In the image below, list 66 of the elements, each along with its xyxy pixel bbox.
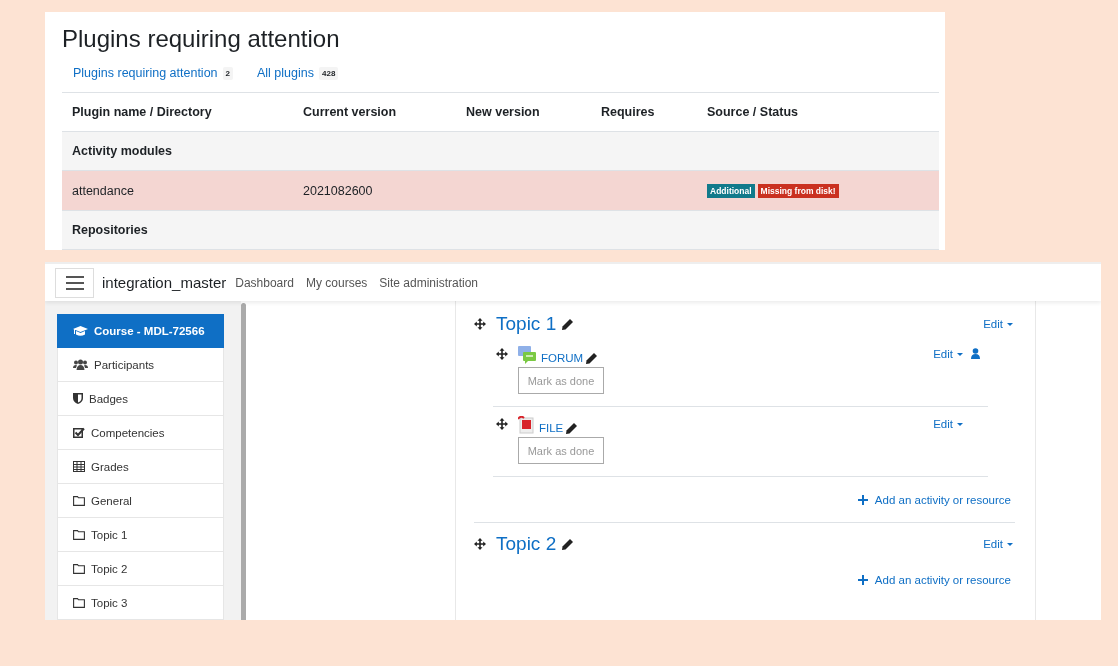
column-header: Current version <box>293 92 456 132</box>
folder-icon <box>73 563 85 574</box>
category-cell: Activity modules <box>62 131 939 171</box>
graduation-cap-icon <box>73 325 88 337</box>
move-icon[interactable] <box>496 348 508 360</box>
column-header: Source / Status <box>697 92 939 132</box>
pencil-icon[interactable] <box>566 423 578 434</box>
site-name[interactable]: integration_master <box>102 274 227 291</box>
nav-link[interactable]: My courses <box>305 275 368 290</box>
activity-link[interactable]: FORUM <box>541 352 584 364</box>
plus-icon <box>857 575 868 585</box>
edit-menu[interactable]: Edit <box>933 348 963 360</box>
sidebar-item[interactable]: Grades <box>57 450 224 484</box>
move-icon[interactable] <box>474 538 486 550</box>
table-icon <box>73 461 85 472</box>
page-title: Plugins requiring attention <box>62 24 341 54</box>
folder-icon <box>73 529 85 540</box>
sidebar-item[interactable]: Topic 3 <box>57 586 224 620</box>
pencil-icon[interactable] <box>586 353 598 364</box>
pdf-file-icon <box>518 416 534 434</box>
shield-icon <box>73 393 83 404</box>
sidebar-item[interactable]: Topic 2 <box>57 552 224 586</box>
plus-icon <box>857 495 868 505</box>
sidebar-item[interactable]: Competencies <box>57 416 224 450</box>
count-badge: 2 <box>222 66 233 80</box>
section-title[interactable]: Topic 2 <box>496 533 557 555</box>
add-activity-link[interactable]: Add an activity or resource <box>857 574 1011 586</box>
sidebar-item[interactable]: Course - MDL-72566 <box>57 314 224 348</box>
edit-menu[interactable]: Edit <box>933 418 963 430</box>
count-badge: 428 <box>319 66 339 80</box>
status-badge: Additional <box>707 184 755 198</box>
activity-link[interactable]: FILE <box>539 422 564 434</box>
menu-button[interactable] <box>55 267 94 298</box>
column-header: Requires <box>591 92 697 132</box>
column-header: Plugin name / Directory <box>62 92 293 132</box>
tab-label: Plugins requiring attention <box>73 66 218 80</box>
sidebar-item[interactable]: General <box>57 484 224 518</box>
edit-menu[interactable]: Edit <box>983 538 1013 550</box>
pencil-icon[interactable] <box>562 318 574 330</box>
menu-icon <box>65 275 84 290</box>
person-icon[interactable] <box>971 348 980 359</box>
move-icon[interactable] <box>496 418 508 430</box>
chat-bubbles-icon <box>518 346 536 364</box>
table-cell: attendance <box>62 170 293 211</box>
scrollbar[interactable] <box>241 303 246 620</box>
nav-link[interactable]: Dashboard <box>235 275 294 290</box>
table-cell: 2021082600 <box>293 170 456 211</box>
sidebar-item[interactable]: Participants <box>57 348 224 382</box>
nav-link[interactable]: Site administration <box>379 275 479 290</box>
column-header: New version <box>456 92 591 132</box>
sidebar-item[interactable]: Topic 1 <box>57 518 224 552</box>
plugin-filter-tab[interactable]: Plugins requiring attention 2 <box>73 66 233 80</box>
add-activity-link[interactable]: Add an activity or resource <box>857 494 1011 506</box>
edit-menu[interactable]: Edit <box>983 318 1013 330</box>
tab-label: All plugins <box>257 66 314 80</box>
category-cell: Repositories <box>62 210 939 250</box>
checkbox-icon <box>73 427 85 438</box>
move-icon[interactable] <box>474 318 486 330</box>
users-icon <box>73 359 88 370</box>
folder-icon <box>73 495 85 506</box>
plugin-filter-tab[interactable]: All plugins 428 <box>257 66 339 80</box>
pencil-icon[interactable] <box>562 538 574 550</box>
section-title[interactable]: Topic 1 <box>496 313 557 335</box>
folder-icon <box>73 597 85 608</box>
sidebar-item[interactable]: Badges <box>57 382 224 416</box>
status-badge: Missing from disk! <box>757 184 839 198</box>
